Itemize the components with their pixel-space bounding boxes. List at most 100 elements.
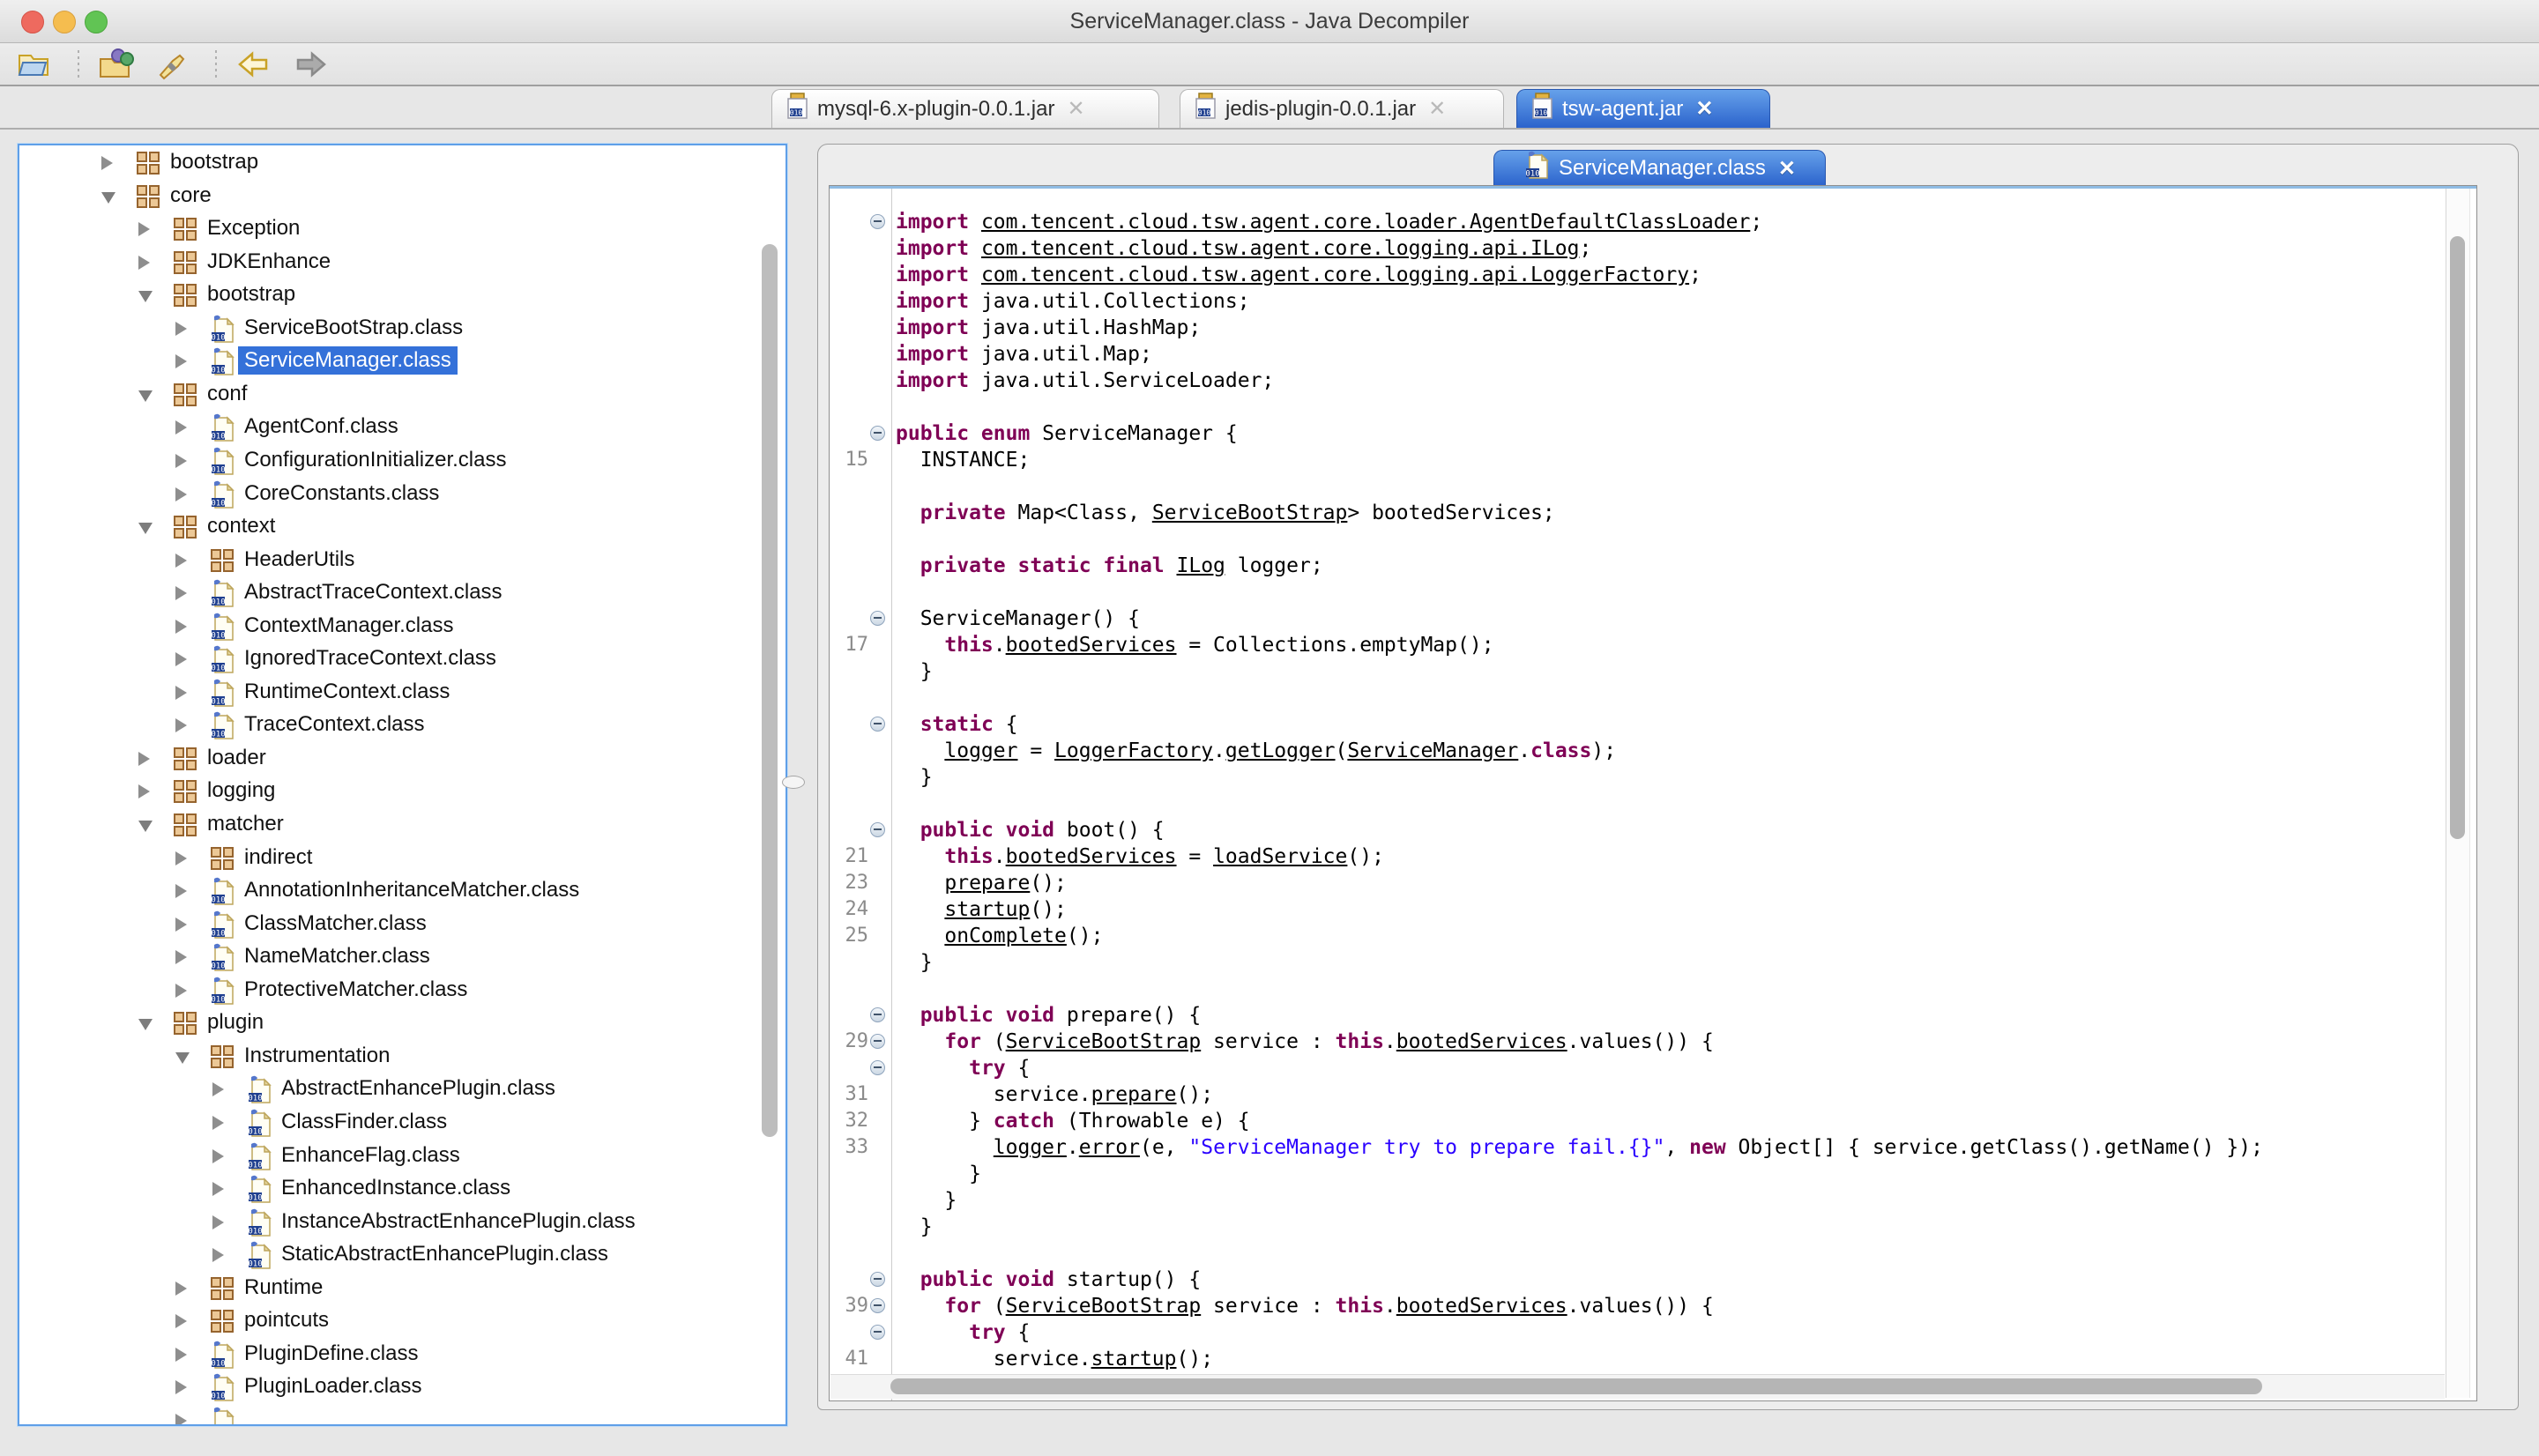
code-link[interactable]: ServiceBootStrap — [1006, 1295, 1202, 1318]
tree-item-TraceContext.class[interactable]: 010TraceContext.class — [19, 709, 786, 742]
tree-item-AbstractTraceContext.class[interactable]: 010AbstractTraceContext.class — [19, 577, 786, 610]
code-vertical-scrollbar[interactable] — [2446, 189, 2470, 1398]
code-link[interactable]: ServiceBootStrap — [1006, 1030, 1202, 1053]
tree-item-ConfigurationInitializer.class[interactable]: 010ConfigurationInitializer.class — [19, 445, 786, 478]
tree-item-pointcuts[interactable]: pointcuts — [19, 1305, 786, 1338]
package-tree-panel[interactable]: bootstrapcoreExceptionJDKEnhancebootstra… — [18, 144, 787, 1426]
chevron-right-icon[interactable] — [175, 620, 187, 634]
code-link[interactable]: bootedServices — [1006, 634, 1177, 657]
fold-collapse-icon[interactable] — [870, 426, 885, 441]
chevron-right-icon[interactable] — [212, 1082, 224, 1096]
tree-item-CoreConstants.class[interactable]: 010CoreConstants.class — [19, 479, 786, 511]
code-vertical-scrollbar-thumb[interactable] — [2450, 236, 2465, 839]
tree-item-loader[interactable]: loader — [19, 743, 786, 776]
code-horizontal-scrollbar-thumb[interactable] — [890, 1378, 2262, 1394]
chevron-right-icon[interactable] — [175, 1314, 187, 1328]
tree-item-ContextManager.class[interactable]: 010ContextManager.class — [19, 611, 786, 643]
fold-collapse-icon[interactable] — [870, 611, 885, 626]
tree-item-core[interactable]: core — [19, 181, 786, 213]
code-link[interactable]: com.tencent.cloud.tsw.agent.core.logging… — [981, 264, 1689, 286]
chevron-down-icon[interactable] — [101, 192, 115, 204]
chevron-right-icon[interactable] — [212, 1182, 224, 1196]
chevron-right-icon[interactable] — [175, 718, 187, 732]
open-file-icon[interactable] — [14, 47, 53, 82]
code-link[interactable]: ServiceBootStrap — [1152, 501, 1348, 524]
code-link[interactable]: startup — [1091, 1348, 1177, 1371]
code-link[interactable]: loadService — [1213, 845, 1347, 868]
tree-item-bootstrap[interactable]: bootstrap — [19, 279, 786, 312]
tree-item-PluginLoader.class[interactable]: 010PluginLoader.class — [19, 1371, 786, 1404]
tree-item-bootstrap[interactable]: bootstrap — [19, 147, 786, 180]
code-link[interactable]: ServiceManager — [1347, 739, 1518, 762]
tree-item-ProtectiveMatcher.class[interactable]: 010ProtectiveMatcher.class — [19, 975, 786, 1007]
chevron-right-icon[interactable] — [138, 752, 150, 766]
chevron-right-icon[interactable] — [175, 851, 187, 865]
tree-item-AgentConf.class[interactable]: 010AgentConf.class — [19, 412, 786, 444]
chevron-right-icon[interactable] — [175, 917, 187, 932]
tree-item-InstanceAbstractEnhancePlugin.class[interactable]: 010InstanceAbstractEnhancePlugin.class — [19, 1207, 786, 1239]
chevron-right-icon[interactable] — [175, 884, 187, 898]
tree-item-IgnoredTraceContext.class[interactable]: 010IgnoredTraceContext.class — [19, 643, 786, 676]
code-link[interactable]: com.tencent.cloud.tsw.agent.core.logging… — [981, 237, 1580, 260]
code-link[interactable]: logger — [944, 739, 1017, 762]
tree-item-StaticAbstractEnhancePlugin.class[interactable]: 010StaticAbstractEnhancePlugin.class — [19, 1239, 786, 1272]
back-arrow-icon[interactable] — [235, 47, 273, 82]
code-link[interactable]: logger — [994, 1136, 1067, 1159]
close-icon[interactable]: ✕ — [1067, 99, 1084, 120]
tree-item-AnnotationInheritanceMatcher.class[interactable]: 010AnnotationInheritanceMatcher.class — [19, 875, 786, 908]
jar-tab-mysql-6.x-plugin-0.0.1.jar[interactable]: 010mysql-6.x-plugin-0.0.1.jar✕ — [771, 89, 1159, 128]
code-link[interactable]: ILog — [1177, 554, 1225, 577]
code-link[interactable]: bootedServices — [1006, 845, 1177, 868]
tree-item-PluginDefine.class[interactable]: 010PluginDefine.class — [19, 1339, 786, 1371]
code-link[interactable]: onComplete — [944, 925, 1066, 947]
chevron-right-icon[interactable] — [175, 1380, 187, 1394]
tree-item-RuntimeContext.class[interactable]: 010RuntimeContext.class — [19, 677, 786, 709]
chevron-down-icon[interactable] — [138, 1019, 153, 1030]
chevron-down-icon[interactable] — [138, 523, 153, 534]
close-icon[interactable]: ✕ — [1428, 99, 1446, 120]
tree-item-Instrumentation[interactable]: Instrumentation — [19, 1041, 786, 1073]
chevron-down-icon[interactable] — [138, 291, 153, 302]
code-link[interactable]: getLogger — [1225, 739, 1336, 762]
tree-item-EnhancedInstance.class[interactable]: 010EnhancedInstance.class — [19, 1173, 786, 1206]
chevron-right-icon[interactable] — [175, 454, 187, 468]
close-icon[interactable]: ✕ — [1695, 99, 1713, 120]
chevron-right-icon[interactable] — [175, 1281, 187, 1296]
open-type-icon[interactable] — [97, 47, 136, 82]
tree-item-matcher[interactable]: matcher — [19, 809, 786, 842]
fold-collapse-icon[interactable] — [870, 1060, 885, 1075]
jar-tab-tsw-agent.jar[interactable]: 010tsw-agent.jar✕ — [1516, 89, 1770, 128]
chevron-right-icon[interactable] — [175, 586, 187, 600]
tree-item-HeaderUtils[interactable]: HeaderUtils — [19, 545, 786, 577]
forward-arrow-icon[interactable] — [291, 47, 330, 82]
chevron-down-icon[interactable] — [175, 1052, 190, 1064]
fold-collapse-icon[interactable] — [870, 1298, 885, 1313]
chevron-right-icon[interactable] — [138, 222, 150, 236]
tree-item-context[interactable]: context — [19, 511, 786, 544]
tree-item-conf[interactable]: conf — [19, 379, 786, 412]
chevron-right-icon[interactable] — [175, 1348, 187, 1362]
chevron-right-icon[interactable] — [175, 553, 187, 568]
chevron-right-icon[interactable] — [175, 420, 187, 435]
code-tab-servicemanager[interactable]: 010 ServiceManager.class ✕ — [1493, 150, 1826, 186]
tree-item-AbstractEnhancePlugin.class[interactable]: 010AbstractEnhancePlugin.class — [19, 1073, 786, 1106]
chevron-down-icon[interactable] — [138, 390, 153, 402]
fold-collapse-icon[interactable] — [870, 214, 885, 229]
chevron-right-icon[interactable] — [175, 686, 187, 700]
code-link[interactable]: prepare — [1091, 1083, 1177, 1106]
chevron-right-icon[interactable] — [212, 1149, 224, 1163]
tree-item-partial[interactable]: 010 — [19, 1405, 786, 1426]
tree-item-ClassFinder.class[interactable]: 010ClassFinder.class — [19, 1107, 786, 1140]
tree-item-ServiceManager.class[interactable]: 010ServiceManager.class — [19, 345, 786, 378]
fold-collapse-icon[interactable] — [870, 1034, 885, 1049]
chevron-right-icon[interactable] — [175, 487, 187, 501]
tree-item-logging[interactable]: logging — [19, 776, 786, 808]
tree-item-NameMatcher.class[interactable]: 010NameMatcher.class — [19, 941, 786, 974]
code-link[interactable]: bootedServices — [1396, 1030, 1567, 1053]
split-divider-grip[interactable] — [782, 776, 805, 789]
chevron-right-icon[interactable] — [212, 1116, 224, 1130]
close-icon[interactable]: ✕ — [1778, 156, 1796, 182]
search-icon[interactable] — [152, 47, 190, 82]
fold-collapse-icon[interactable] — [870, 1007, 885, 1022]
tree-item-ClassMatcher.class[interactable]: 010ClassMatcher.class — [19, 909, 786, 941]
